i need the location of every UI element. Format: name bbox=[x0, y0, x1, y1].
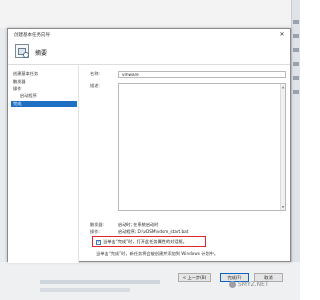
scroll-marker bbox=[293, 90, 299, 94]
finish-note: 当单击“完成”时，新任务将会被创建并添加到 Windows 计划中。 bbox=[96, 251, 219, 256]
scroll-thumb[interactable] bbox=[293, 34, 299, 38]
name-field[interactable]: vmware bbox=[118, 71, 286, 78]
scroll-up-icon[interactable]: ▲ bbox=[281, 85, 285, 89]
page-title: 摘要 bbox=[35, 50, 48, 57]
nav-step-start-program[interactable]: 启动程序 bbox=[11, 93, 77, 99]
scroll-marker bbox=[293, 76, 299, 80]
action-value: 启动程序; D:\vDSM\vdsm_start.bat bbox=[118, 229, 189, 234]
name-label: 名称: bbox=[90, 71, 100, 76]
task-scheduler-icon bbox=[15, 44, 29, 58]
wizard-step-nav: 创建基本任务 触发器 操作 启动程序 完成 bbox=[8, 66, 79, 263]
dialog-titlebar: 创建基本任务向导 ✕ bbox=[8, 29, 290, 41]
action-label: 操作: bbox=[90, 229, 100, 234]
watermark-text: SMYZ.NET bbox=[238, 281, 269, 288]
open-properties-checkbox[interactable]: ✓ bbox=[96, 239, 102, 245]
background-window-top bbox=[0, 0, 300, 28]
description-label: 描述: bbox=[90, 83, 100, 88]
scroll-down-icon[interactable]: ▼ bbox=[281, 205, 285, 209]
dialog-header: 摘要 bbox=[8, 41, 290, 65]
watermark: SMYZ.NET bbox=[229, 281, 269, 288]
scroll-up-icon[interactable] bbox=[293, 20, 299, 24]
nav-step-create-basic-task[interactable]: 创建基本任务 bbox=[11, 71, 77, 77]
back-button[interactable]: < 上一步(B) bbox=[178, 273, 211, 282]
trigger-value: 启动时; 在系统启动时 bbox=[118, 222, 159, 227]
checkmark-icon: ✓ bbox=[97, 239, 102, 245]
description-field[interactable]: ▲ ▼ bbox=[118, 83, 286, 211]
background-text-fragment bbox=[40, 280, 160, 284]
create-basic-task-dialog: 创建基本任务向导 ✕ 摘要 创建基本任务 触发器 操作 启动程序 完成 名称: … bbox=[7, 28, 291, 282]
clock-icon bbox=[23, 52, 29, 58]
nav-step-trigger[interactable]: 触发器 bbox=[11, 79, 77, 85]
watermark-logo-icon bbox=[229, 281, 236, 288]
scroll-marker bbox=[293, 62, 299, 66]
description-scrollbar[interactable]: ▲ ▼ bbox=[280, 84, 285, 210]
background-scrollbar[interactable] bbox=[291, 0, 300, 300]
close-icon[interactable]: ✕ bbox=[277, 30, 287, 40]
background-left-edge bbox=[0, 28, 7, 300]
dialog-title: 创建基本任务向导 bbox=[14, 33, 50, 38]
background-text-fragment bbox=[40, 288, 130, 292]
open-properties-label[interactable]: 当单击“完成”时，打开此任务属性的对话框。 bbox=[103, 239, 187, 245]
nav-step-finish[interactable]: 完成 bbox=[11, 101, 77, 107]
scroll-marker bbox=[293, 48, 299, 52]
trigger-label: 触发器: bbox=[90, 222, 104, 227]
nav-step-action[interactable]: 操作 bbox=[11, 86, 77, 92]
summary-panel: 名称: vmware 描述: ▲ ▼ 触发器: 启动时; 在系统启动时 操作: … bbox=[80, 66, 290, 263]
